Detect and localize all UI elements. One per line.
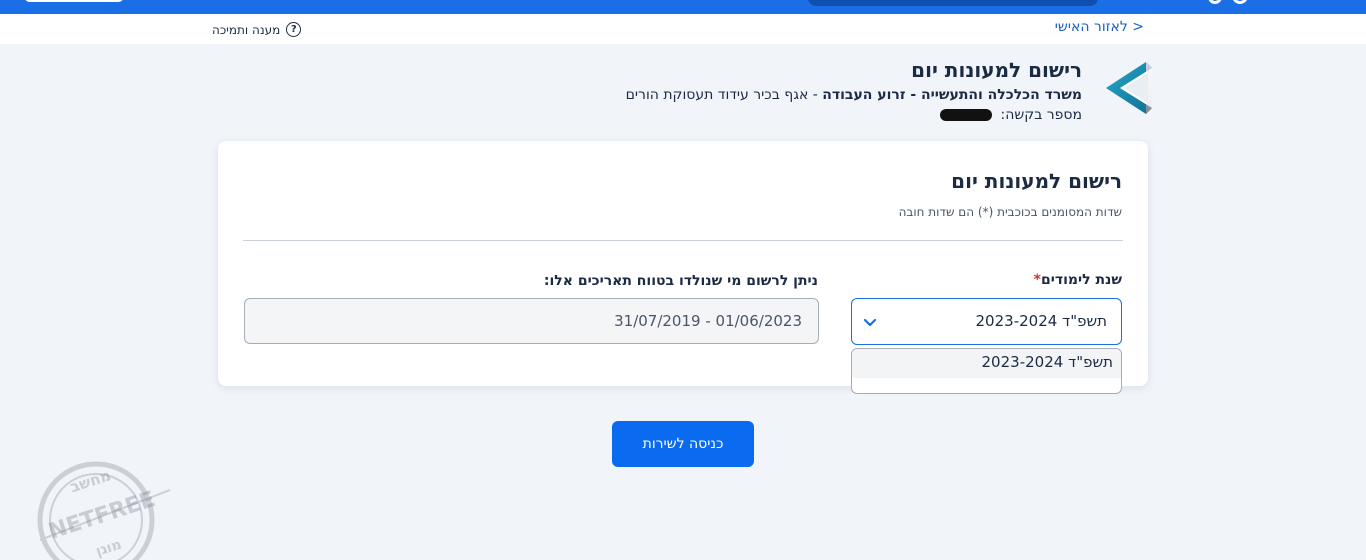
birth-range-field: 01/06/2023 - 31/07/2019 (244, 298, 819, 344)
school-year-option[interactable]: תשפ"ד 2023-2024 (852, 349, 1121, 378)
question-circle-icon: ? (286, 22, 302, 37)
required-fields-note: שדות המסומנים בכוכבית (*) הם שדות חובה (898, 205, 1122, 219)
department-name: - אגף בכיר עידוד תעסוקת הורים (625, 87, 823, 103)
request-number-label: מספר בקשה: (1000, 107, 1083, 123)
request-number-line: מספר בקשה: (626, 107, 1082, 123)
chevron-down-icon (863, 318, 877, 327)
school-year-label-text: שנת לימודים (1040, 272, 1122, 288)
page-title: רישום למעונות יום (911, 58, 1082, 82)
svg-text:מוגן: מוגן (94, 537, 124, 560)
school-year-select[interactable]: תשפ"ד 2023-2024 (851, 298, 1122, 345)
ministry-line: משרד הכלכלה והתעשייה - זרוע העבודה - אגף… (626, 87, 1082, 103)
school-year-dropdown-list: תשפ"ד 2023-2024 (851, 348, 1122, 394)
back-to-personal-area-link[interactable]: < לאזור האישי (1055, 19, 1144, 35)
redacted-request-number (940, 109, 993, 121)
support-label: מענה ותמיכה (212, 22, 281, 37)
school-year-selected-value: תשפ"ד 2023-2024 (975, 312, 1107, 330)
birth-range-value: 01/06/2023 - 31/07/2019 (614, 312, 802, 330)
enter-service-button[interactable]: כניסה לשירות (612, 421, 754, 467)
svg-text:NETFREE: NETFREE (46, 487, 159, 545)
form-divider (243, 240, 1123, 241)
birth-range-label: ניתן לרשום מי שנולדו בטווח תאריכים אלו: (543, 273, 818, 289)
netfree-watermark-stamp: מחשב NETFREE מוגן (37, 461, 171, 560)
school-year-label: שנת לימודים* (1031, 272, 1122, 288)
required-asterisk: * (1033, 272, 1041, 288)
top-bar-icon-a[interactable] (1208, 0, 1222, 4)
ministry-name: משרד הכלכלה והתעשייה - זרוע העבודה (822, 87, 1082, 103)
top-bar-search[interactable] (808, 0, 1098, 6)
breadcrumb-bar: < לאזור האישי ? מענה ותמיכה (0, 14, 1366, 44)
top-bar-icon-b[interactable] (1232, 0, 1248, 4)
support-link[interactable]: ? מענה ותמיכה (212, 22, 302, 37)
page-header: רישום למעונות יום משרד הכלכלה והתעשייה -… (594, 58, 1154, 127)
form-title: רישום למעונות יום (951, 169, 1122, 193)
top-bar-left-button[interactable] (24, 0, 124, 2)
triangle-logo-icon (1106, 62, 1152, 114)
top-navigation-bar (0, 0, 1366, 14)
